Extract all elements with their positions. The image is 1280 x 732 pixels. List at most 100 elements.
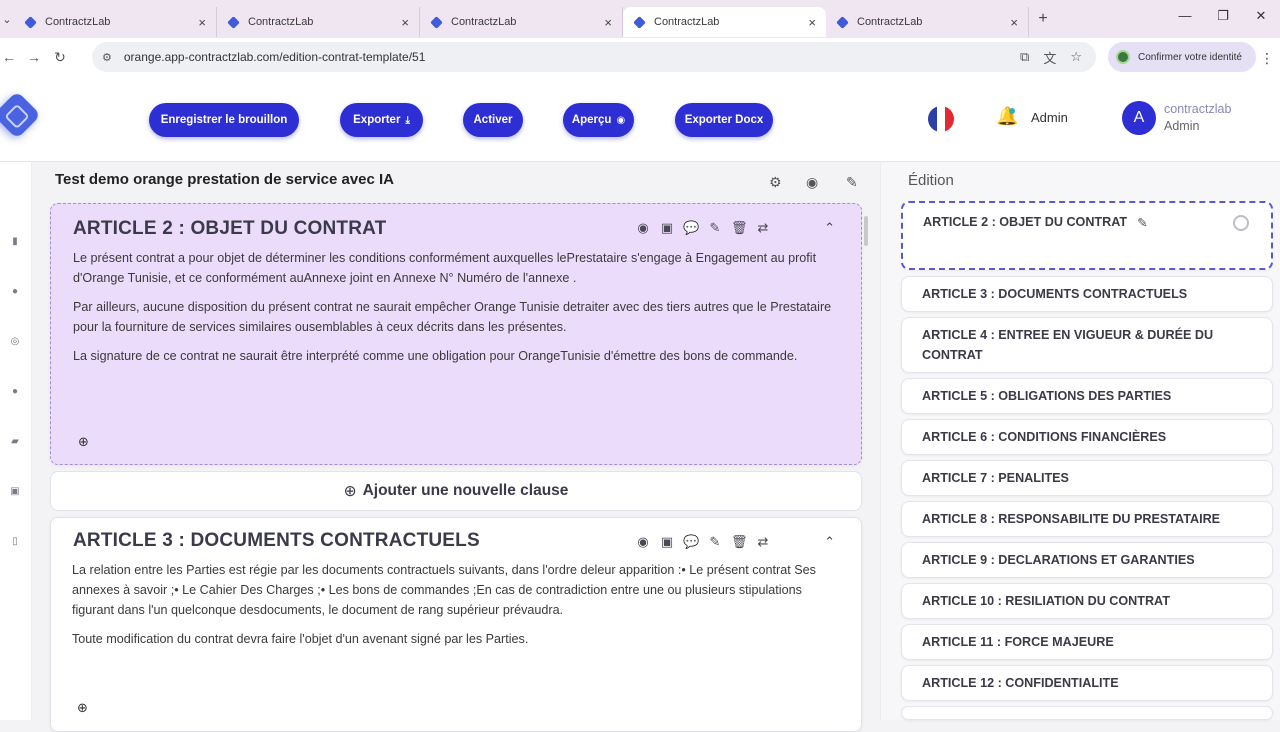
tab-list-chevron-icon[interactable]: ⌄ (0, 13, 14, 26)
book-icon[interactable]: ▣ (9, 486, 21, 498)
export-label: Exporter (353, 114, 401, 126)
edition-item-article-8[interactable]: ARTICLE 8 : RESPONSABILITE DU PRESTATAIR… (901, 501, 1273, 537)
trash-icon[interactable]: 🗑 (731, 220, 748, 236)
tab-title: ContractzLab (45, 16, 111, 28)
clause-card-article-3[interactable]: ARTICLE 3 : DOCUMENTS CONTRACTUELS ◉ ▣ 💬… (50, 517, 862, 732)
pencil-icon[interactable]: ✎ (846, 174, 858, 191)
window-close-icon[interactable]: ✕ (1242, 8, 1280, 24)
eye-icon[interactable]: ◉ (635, 220, 651, 236)
clause-paragraph: Par ailleurs, aucune disposition du prés… (73, 300, 832, 334)
favicon-icon (24, 15, 37, 29)
export-docx-button[interactable]: Exporter Docx (675, 103, 773, 137)
confirm-identity-button[interactable]: Confirmer votre identité (1108, 42, 1256, 72)
clause-toolbar: ◉ ▣ 💬 ✎ 🗑 ⇄ (635, 220, 771, 236)
favicon-icon (227, 15, 240, 29)
bell-icon[interactable]: 🔔 (996, 106, 1018, 127)
ai-chip-icon[interactable]: ▣ (659, 534, 675, 550)
french-flag-icon[interactable] (928, 106, 954, 132)
edition-item-article-5[interactable]: ARTICLE 5 : OBLIGATIONS DES PARTIES (901, 378, 1273, 414)
edition-item-article-13[interactable] (901, 706, 1273, 720)
add-subclause-icon[interactable]: ⊕ (78, 434, 89, 450)
browser-tab-2[interactable]: ContractzLab × (217, 7, 420, 37)
tab-title: ContractzLab (857, 16, 923, 28)
folder-icon[interactable]: ▰ (9, 436, 21, 448)
eye-icon[interactable]: ◉ (806, 174, 818, 191)
browser-tab-4-active[interactable]: ContractzLab × (623, 7, 826, 37)
pencil-icon[interactable]: ✎ (707, 220, 723, 236)
user-role: Admin (1164, 119, 1200, 133)
translate-icon[interactable]: 文 (1043, 48, 1056, 67)
save-draft-button[interactable]: Enregistrer le brouillon (149, 103, 299, 137)
minimize-icon[interactable]: — (1166, 8, 1204, 24)
clause-body[interactable]: Le présent contrat a pour objet de déter… (73, 248, 833, 375)
confirm-identity-label: Confirmer votre identité (1138, 51, 1242, 63)
edition-item-article-9[interactable]: ARTICLE 9 : DECLARATIONS ET GARANTIES (901, 542, 1273, 578)
app-logo[interactable] (0, 90, 42, 140)
trash-icon[interactable]: 🗑 (731, 534, 748, 550)
edition-item-label: ARTICLE 8 : RESPONSABILITE DU PRESTATAIR… (922, 512, 1221, 526)
reload-icon[interactable]: ↻ (50, 49, 70, 66)
edition-item-label: ARTICLE 5 : OBLIGATIONS DES PARTIES (922, 389, 1172, 403)
browser-tab-3[interactable]: ContractzLab × (420, 7, 623, 37)
comments-icon[interactable]: 💬 (683, 534, 699, 550)
gear-icon[interactable]: ⚙ (769, 174, 782, 191)
edition-item-article-3[interactable]: ARTICLE 3 : DOCUMENTS CONTRACTUELS (901, 276, 1273, 312)
add-subclause-icon[interactable]: ⊕ (77, 700, 88, 716)
browser-tab-5[interactable]: ContractzLab × (826, 7, 1029, 37)
edition-item-article-4[interactable]: ARTICLE 4 : ENTREE EN VIGUEUR & DURÉE DU… (901, 317, 1273, 373)
scrollbar-thumb[interactable] (864, 216, 868, 246)
site-settings-icon[interactable]: ⚙ (102, 51, 112, 64)
document-icon[interactable]: ▮ (9, 236, 21, 248)
close-icon[interactable]: × (604, 15, 612, 30)
export-button[interactable]: Exporter ⤓ (340, 103, 423, 137)
edition-item-article-12[interactable]: ARTICLE 12 : CONFIDENTIALITE (901, 665, 1273, 701)
back-arrow-icon[interactable]: ← (0, 49, 18, 65)
new-tab-icon[interactable]: + (1029, 10, 1057, 28)
profile-icon (1116, 50, 1130, 64)
close-icon[interactable]: × (198, 15, 206, 30)
profile-icon[interactable]: ● (9, 386, 21, 398)
ai-chip-icon[interactable]: ▣ (659, 220, 675, 236)
file-icon[interactable]: ▯ (9, 536, 21, 548)
swap-icon[interactable]: ⇄ (755, 220, 771, 236)
eye-icon[interactable]: ◉ (635, 534, 651, 550)
swap-icon[interactable]: ⇄ (755, 534, 771, 550)
comments-icon[interactable]: 💬 (683, 220, 699, 236)
close-icon[interactable]: × (401, 15, 409, 30)
clause-paragraph: La signature de ce contrat ne saurait êt… (73, 349, 798, 363)
pencil-icon[interactable]: ✎ (707, 534, 723, 550)
add-clause-button[interactable]: ⊕ Ajouter une nouvelle clause (50, 471, 862, 511)
edition-item-article-10[interactable]: ARTICLE 10 : RESILIATION DU CONTRAT (901, 583, 1273, 619)
edition-item-article-11[interactable]: ARTICLE 11 : FORCE MAJEURE (901, 624, 1273, 660)
activate-button[interactable]: Activer (463, 103, 523, 137)
edition-item-label: ARTICLE 10 : RESILIATION DU CONTRAT (922, 594, 1170, 608)
eye-icon: ◉ (616, 114, 626, 126)
clause-card-article-2[interactable]: ARTICLE 2 : OBJET DU CONTRAT ◉ ▣ 💬 ✎ 🗑 ⇄… (50, 203, 862, 465)
edition-item-label: ARTICLE 7 : PENALITES (922, 471, 1069, 485)
pencil-icon[interactable]: ✎ (1137, 215, 1148, 230)
edition-item-article-2[interactable]: ARTICLE 2 : OBJET DU CONTRAT ✎ (901, 201, 1273, 270)
edition-item-label: ARTICLE 2 : OBJET DU CONTRAT (923, 215, 1128, 229)
chevron-up-icon[interactable]: ⌃ (824, 534, 835, 550)
close-icon[interactable]: × (1010, 15, 1018, 30)
preview-button[interactable]: Aperçu ◉ (563, 103, 634, 137)
url-field[interactable]: ⚙ orange.app-contractzlab.com/edition-co… (92, 42, 1096, 72)
settings-icon[interactable]: ◎ (9, 336, 21, 348)
chevron-up-icon[interactable]: ⌃ (824, 220, 835, 236)
bookmark-star-icon[interactable]: ☆ (1070, 49, 1082, 65)
clause-body[interactable]: La relation entre les Parties est régie … (72, 560, 832, 658)
browser-tab-1[interactable]: ContractzLab × (14, 7, 217, 37)
edition-item-article-6[interactable]: ARTICLE 6 : CONDITIONS FINANCIÈRES (901, 419, 1273, 455)
browser-menu-icon[interactable]: ⋮ (1260, 50, 1274, 67)
avatar[interactable]: A (1122, 101, 1156, 135)
user-icon[interactable]: ● (9, 286, 21, 298)
edition-item-article-7[interactable]: ARTICLE 7 : PENALITES (901, 460, 1273, 496)
notification-label[interactable]: Admin (1031, 110, 1068, 125)
close-icon[interactable]: × (808, 15, 816, 30)
tab-title: ContractzLab (451, 16, 517, 28)
maximize-icon[interactable]: ❐ (1204, 8, 1242, 24)
clause-paragraph: Le présent contrat a pour objet de déter… (73, 251, 817, 285)
forward-arrow-icon[interactable]: → (18, 49, 50, 65)
install-app-icon[interactable]: ⧉ (1020, 49, 1029, 65)
radio-circle-icon[interactable] (1233, 215, 1249, 231)
